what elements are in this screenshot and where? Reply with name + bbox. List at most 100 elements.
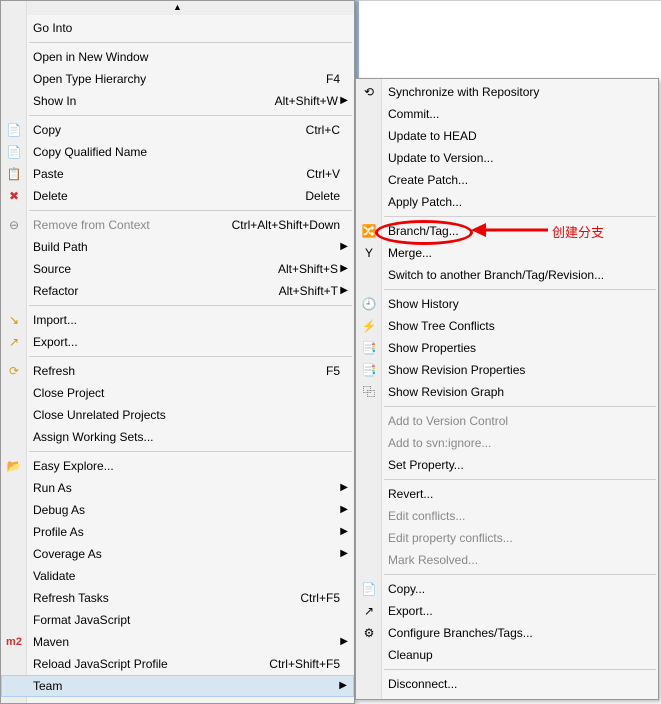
paste-icon: 📋 xyxy=(5,163,23,185)
menu-item-shortcut: Alt+Shift+T xyxy=(279,280,338,302)
menu-item-label: Source xyxy=(33,262,71,276)
menu-item-label: Show Tree Conflicts xyxy=(388,319,495,333)
menu-item-import[interactable]: ↘Import... xyxy=(1,309,354,331)
menu-item-close-project[interactable]: Close Project xyxy=(1,382,354,404)
menu-item-copy[interactable]: 📄Copy... xyxy=(356,578,658,600)
menu-item-assign-working-sets[interactable]: Assign Working Sets... xyxy=(1,426,354,448)
menu-item-export[interactable]: ↗ Export... xyxy=(356,600,658,622)
menu-item-coverage-as[interactable]: Coverage As▶ xyxy=(1,543,354,565)
menu-item-refresh-tasks[interactable]: Refresh TasksCtrl+F5 xyxy=(1,587,354,609)
show-revision-graph-icon: ⿻ xyxy=(360,381,378,403)
menu-item-show-in[interactable]: Show InAlt+Shift+W▶ xyxy=(1,90,354,112)
menu-item-set-property[interactable]: Set Property... xyxy=(356,454,658,476)
submenu-arrow-icon: ▶ xyxy=(340,90,348,112)
menu-item-cleanup[interactable]: Cleanup xyxy=(356,644,658,666)
show-properties-icon: 📑 xyxy=(360,337,378,359)
editor-background xyxy=(355,0,661,78)
menu-item-label: Revert... xyxy=(388,487,433,501)
branch-tag-icon: 🔀 xyxy=(360,220,378,242)
menu-item-label: Copy xyxy=(33,123,61,137)
submenu-arrow-icon: ▶ xyxy=(339,676,347,696)
menu-item-update-to-version[interactable]: Update to Version... xyxy=(356,147,658,169)
menu-item-open-in-new-window[interactable]: Open in New Window xyxy=(1,46,354,68)
menu-separator xyxy=(29,115,352,116)
menu-item-profile-as[interactable]: Profile As▶ xyxy=(1,521,354,543)
menu-item-create-patch[interactable]: Create Patch... xyxy=(356,169,658,191)
menu-item-label: Update to HEAD xyxy=(388,129,477,143)
menu-separator xyxy=(384,289,656,290)
menu-item-label: Open Type Hierarchy xyxy=(33,72,146,86)
menu-item-run-as[interactable]: Run As▶ xyxy=(1,477,354,499)
submenu-arrow-icon: ▶ xyxy=(340,280,348,302)
menu-item-reload-javascript-profile[interactable]: Reload JavaScript Profile Ctrl+Shift+F5 xyxy=(1,653,354,675)
menu-item-show-properties[interactable]: 📑 Show Properties xyxy=(356,337,658,359)
menu-item-paste[interactable]: 📋PasteCtrl+V xyxy=(1,163,354,185)
menu-item-label: Remove from Context xyxy=(33,218,150,232)
menu-item-source[interactable]: SourceAlt+Shift+S▶ xyxy=(1,258,354,280)
menu-item-copy[interactable]: 📄CopyCtrl+C xyxy=(1,119,354,141)
show-tree-conflicts-icon: ⚡ xyxy=(360,315,378,337)
menu-item-team[interactable]: Team▶ xyxy=(1,675,354,697)
menu-item-validate[interactable]: Validate xyxy=(1,565,354,587)
menu-item-export[interactable]: ↗Export... xyxy=(1,331,354,353)
menu-item-label: Open in New Window xyxy=(33,50,148,64)
menu-item-build-path[interactable]: Build Path▶ xyxy=(1,236,354,258)
menu-item-configure-branches-tags[interactable]: ⚙Configure Branches/Tags... xyxy=(356,622,658,644)
menu-item-refresh[interactable]: ⟳RefreshF5 xyxy=(1,360,354,382)
menu-item-add-to-svn-ignore: Add to svn:ignore... xyxy=(356,432,658,454)
menu-item-show-revision-properties[interactable]: 📑Show Revision Properties xyxy=(356,359,658,381)
export-icon: ↗ xyxy=(360,600,378,622)
submenu-arrow-icon: ▶ xyxy=(340,631,348,653)
copy-qualified-name-icon: 📄 xyxy=(5,141,23,163)
menu-item-debug-as[interactable]: Debug As▶ xyxy=(1,499,354,521)
menu-item-format-javascript[interactable]: Format JavaScript xyxy=(1,609,354,631)
menu-item-label: Coverage As xyxy=(33,547,102,561)
menu-separator xyxy=(29,210,352,211)
menu-item-label: Reload JavaScript Profile xyxy=(33,657,168,671)
menu-item-go-into[interactable]: Go Into xyxy=(1,17,354,39)
menu-item-edit-property-conflicts: Edit property conflicts... xyxy=(356,527,658,549)
menu-item-merge[interactable]: YMerge... xyxy=(356,242,658,264)
menu-item-label: Show Properties xyxy=(388,341,476,355)
menu-item-update-to-head[interactable]: Update to HEAD xyxy=(356,125,658,147)
menu-item-label: Edit conflicts... xyxy=(388,509,465,523)
menu-item-close-unrelated-projects[interactable]: Close Unrelated Projects xyxy=(1,404,354,426)
menu-item-label: Show In xyxy=(33,94,76,108)
menu-item-label: Branch/Tag... xyxy=(388,224,459,238)
menu-item-show-revision-graph[interactable]: ⿻ Show Revision Graph xyxy=(356,381,658,403)
submenu-team: ⟲Synchronize with Repository Commit... Upd… xyxy=(355,78,659,700)
menu-item-switch-to-another-branch-tag-revision[interactable]: Switch to another Branch/Tag/Revision... xyxy=(356,264,658,286)
menu-item-shortcut: Ctrl+Shift+F5 xyxy=(269,653,340,675)
menu-item-open-type-hierarchy[interactable]: Open Type HierarchyF4 xyxy=(1,68,354,90)
menu-item-copy-qualified-name[interactable]: 📄Copy Qualified Name xyxy=(1,141,354,163)
menu-item-synchronize-with-repository[interactable]: ⟲Synchronize with Repository xyxy=(356,81,658,103)
menu-item-disconnect[interactable]: Disconnect... xyxy=(356,673,658,695)
menu-item-label: Refresh xyxy=(33,364,75,378)
menu-item-refactor[interactable]: RefactorAlt+Shift+T▶ xyxy=(1,280,354,302)
menu-item-apply-patch[interactable]: Apply Patch... xyxy=(356,191,658,213)
menu-item-label: Show Revision Graph xyxy=(388,385,504,399)
menu-item-label: Format JavaScript xyxy=(33,613,130,627)
menu-item-easy-explore[interactable]: 📂Easy Explore... xyxy=(1,455,354,477)
menu-separator xyxy=(384,479,656,480)
menu-item-revert[interactable]: Revert... xyxy=(356,483,658,505)
menu-scroll-up[interactable]: ▲ xyxy=(1,1,354,15)
menu-item-show-history[interactable]: 🕘Show History xyxy=(356,293,658,315)
menu-item-label: Maven xyxy=(33,635,69,649)
menu-item-show-tree-conflicts[interactable]: ⚡ Show Tree Conflicts xyxy=(356,315,658,337)
menu-item-maven[interactable]: m2Maven▶ xyxy=(1,631,354,653)
menu-item-commit[interactable]: Commit... xyxy=(356,103,658,125)
submenu-arrow-icon: ▶ xyxy=(340,521,348,543)
menu-item-shortcut: Ctrl+Alt+Shift+Down xyxy=(232,214,340,236)
merge-icon: Y xyxy=(360,242,378,264)
submenu-arrow-icon: ▶ xyxy=(340,499,348,521)
menu-item-branch-tag[interactable]: 🔀 Branch/Tag... xyxy=(356,220,658,242)
menu-item-shortcut: Alt+Shift+S xyxy=(278,258,338,280)
synchronize-with-repository-icon: ⟲ xyxy=(360,81,378,103)
menu-item-delete[interactable]: ✖DeleteDelete xyxy=(1,185,354,207)
menu-item-edit-conflicts: Edit conflicts... xyxy=(356,505,658,527)
menu-item-label: Export... xyxy=(388,604,433,618)
menu-item-label: Commit... xyxy=(388,107,439,121)
menu-item-shortcut: Delete xyxy=(305,185,340,207)
menu-item-label: Disconnect... xyxy=(388,677,457,691)
